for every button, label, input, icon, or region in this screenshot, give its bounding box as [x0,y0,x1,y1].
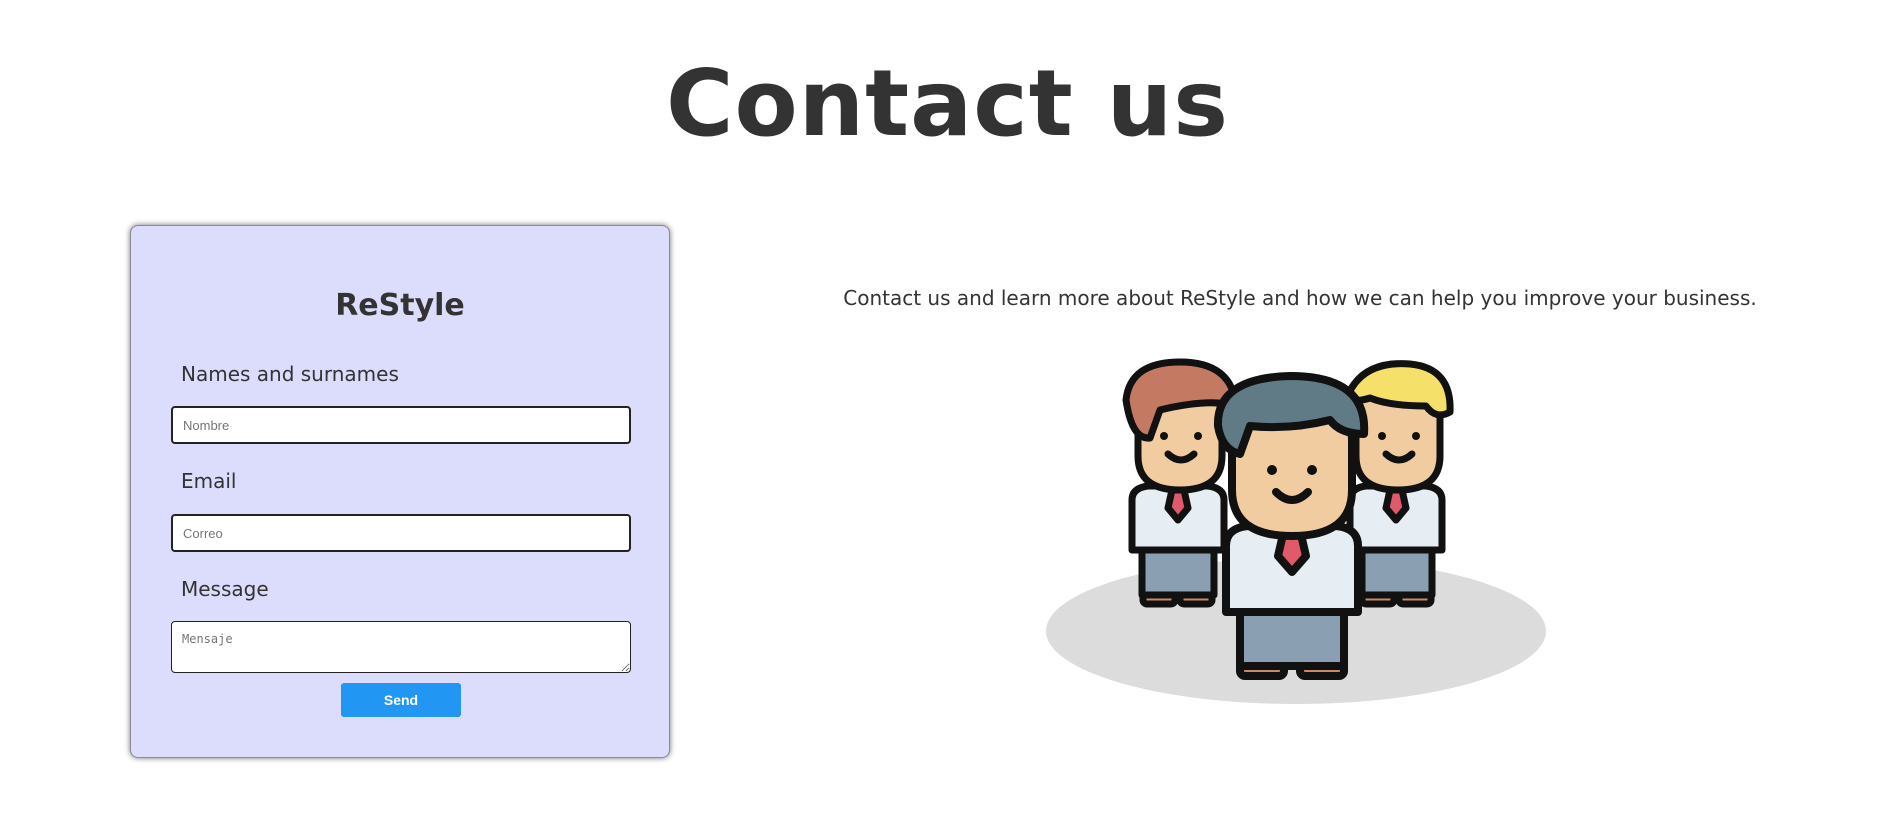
send-button[interactable]: Send [341,683,461,717]
contact-intro-text: Contact us and learn more about ReStyle … [843,286,1757,310]
contact-form-card: ReStyle Names and surnames Email Message… [130,225,670,758]
form-brand-title: ReStyle [335,288,465,323]
name-input[interactable] [171,406,631,444]
team-illustration [1046,358,1546,704]
message-textarea[interactable] [171,621,631,673]
person-center-icon [1213,372,1369,680]
name-label: Names and surnames [181,362,399,386]
email-label: Email [181,469,237,493]
page-title: Contact us [665,50,1230,157]
message-label: Message [181,577,269,601]
email-input[interactable] [171,514,631,552]
